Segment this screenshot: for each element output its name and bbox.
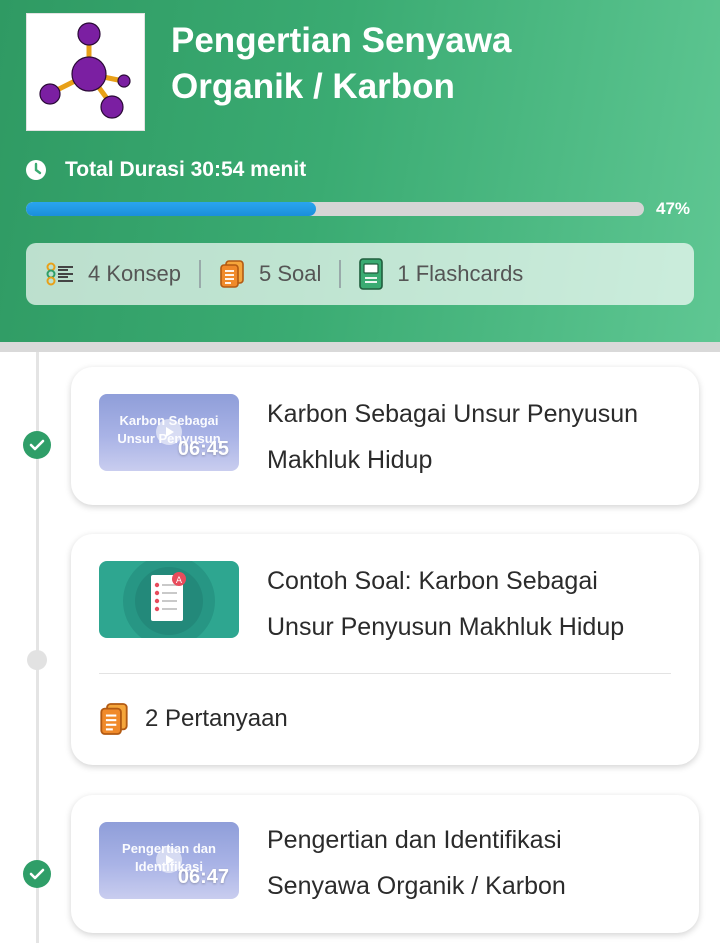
stat-concepts[interactable]: 4 Konsep (46, 261, 181, 287)
duration-label: Total Durasi 30:54 menit (65, 158, 307, 181)
question-cards-icon (100, 703, 128, 735)
question-count: 2 Pertanyaan (99, 702, 288, 736)
molecule-thumbnail (26, 13, 145, 131)
stat-concepts-label: 4 Konsep (88, 261, 181, 286)
topic-header: Pengertian Senyawa Organik / Karbon Tota… (0, 0, 720, 342)
total-duration: Total Durasi 30:54 menit (26, 155, 306, 185)
lesson-title: Karbon Sebagai Unsur Penyusun Makhluk Hi… (267, 391, 687, 483)
completed-check-icon (23, 860, 51, 888)
card-divider (99, 673, 671, 674)
lesson-card-video[interactable]: Pengertian dan Identifikasi 06:47 Penger… (71, 795, 699, 933)
page-title-line-1: Pengertian Senyawa (171, 21, 512, 60)
video-thumbnail[interactable]: Pengertian dan Identifikasi 06:47 (99, 822, 239, 899)
section-divider (0, 342, 720, 352)
quiz-thumbnail[interactable]: A (99, 561, 239, 638)
lesson-title-line-2: Unsur Penyusun Makhluk Hidup (267, 613, 625, 641)
lesson-title-line-1: Contoh Soal: Karbon Sebagai (267, 567, 598, 595)
page-title: Pengertian Senyawa Organik / Karbon (171, 18, 691, 110)
question-cards-icon (220, 260, 244, 288)
stat-flashcards-label: 1 Flashcards (397, 261, 524, 286)
stat-divider (339, 260, 342, 288)
lesson-title-line-1: Karbon Sebagai Unsur Penyusun (267, 400, 639, 428)
lesson-title: Contoh Soal: Karbon Sebagai Unsur Penyus… (267, 558, 687, 650)
progress-fill (26, 202, 317, 216)
molecule-icon (39, 22, 131, 119)
stats-bar: 4 Konsep 5 Soal 1 Flashcards (26, 243, 694, 305)
lesson-title: Pengertian dan Identifikasi Senyawa Orga… (267, 817, 687, 909)
lesson-title-line-1: Pengertian dan Identifikasi (267, 826, 562, 854)
clock-icon (26, 160, 46, 180)
page-title-line-2: Organik / Karbon (171, 67, 455, 106)
stat-questions-label: 5 Soal (258, 261, 322, 286)
progress-bar (26, 202, 644, 216)
video-thumbnail[interactable]: Karbon Sebagai Unsur Penyusun 06:45 (99, 394, 239, 471)
question-count-label: 2 Pertanyaan (145, 705, 288, 732)
stat-questions[interactable]: 5 Soal (219, 260, 321, 288)
video-duration: 06:45 (177, 438, 229, 460)
stat-flashcards[interactable]: 1 Flashcards (359, 258, 523, 290)
lesson-card-video[interactable]: Karbon Sebagai Unsur Penyusun 06:45 Karb… (71, 367, 699, 505)
pending-status-dot (27, 650, 47, 670)
video-duration: 06:47 (177, 866, 229, 888)
flashcard-icon (359, 258, 384, 290)
svg-text:A: A (176, 576, 183, 586)
lesson-card-quiz[interactable]: A Contoh Soal: Karbon Sebagai Unsur Peny… (71, 534, 699, 765)
completed-check-icon (23, 431, 51, 459)
lesson-title-line-2: Makhluk Hidup (267, 446, 433, 474)
lesson-title-line-2: Senyawa Organik / Karbon (267, 872, 566, 900)
concept-list-icon (46, 262, 73, 286)
stat-divider (198, 260, 201, 288)
quiz-illustration-icon: A (123, 561, 215, 638)
progress-percent: 47% (656, 199, 691, 218)
